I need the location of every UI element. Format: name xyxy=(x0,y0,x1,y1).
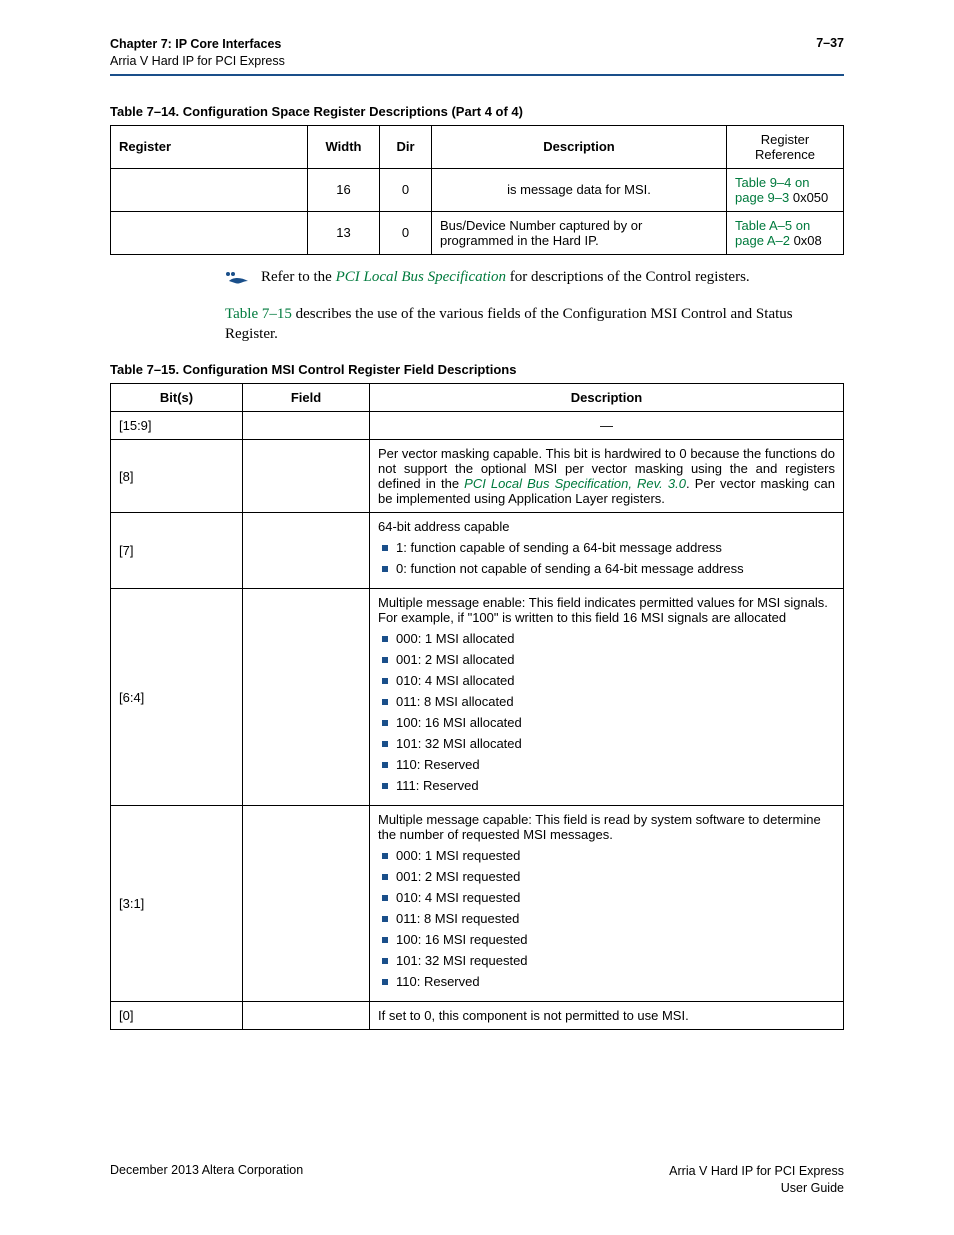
cell-bits: [7] xyxy=(111,513,243,589)
table-7-15: Bit(s) Field Description [15:9] — [8] Pe… xyxy=(110,383,844,1030)
cell-bits: [15:9] xyxy=(111,412,243,440)
list-item: 000: 1 MSI allocated xyxy=(378,631,835,646)
cell-desc: Bus/Device Number captured by or program… xyxy=(432,211,727,254)
table-link[interactable]: Table 7–15 xyxy=(225,306,292,322)
bullet-list: 1: function capable of sending a 64-bit … xyxy=(378,540,835,576)
list-item: 0: function not capable of sending a 64-… xyxy=(378,561,835,576)
page-header: Chapter 7: IP Core Interfaces Arria V Ha… xyxy=(110,36,844,76)
chapter-title: Chapter 7: IP Core Interfaces xyxy=(110,36,285,53)
cell-desc: is message data for MSI. xyxy=(432,168,727,211)
table-row: [7] 64-bit address capable 1: function c… xyxy=(111,513,844,589)
table-7-14-caption: Table 7–14. Configuration Space Register… xyxy=(110,104,844,119)
cell-field xyxy=(243,589,370,806)
cell-bits: [8] xyxy=(111,440,243,513)
cell-desc: 64-bit address capable 1: function capab… xyxy=(370,513,844,589)
cell-field xyxy=(243,440,370,513)
spec-link[interactable]: PCI Local Bus Specification, Rev. 3.0 xyxy=(464,476,686,491)
cell-field xyxy=(243,412,370,440)
table-7-15-caption: Table 7–15. Configuration MSI Control Re… xyxy=(110,362,844,377)
footer-left: December 2013 Altera Corporation xyxy=(110,1163,303,1197)
col-description: Description xyxy=(370,384,844,412)
cell-ref: Table A–5 on page A–2 0x08 xyxy=(727,211,844,254)
list-item: 011: 8 MSI allocated xyxy=(378,694,835,709)
list-item: 110: Reserved xyxy=(378,974,835,989)
cell-width: 13 xyxy=(308,211,380,254)
cell-desc: Multiple message capable: This field is … xyxy=(370,806,844,1002)
cell-field xyxy=(243,806,370,1002)
cell-desc: — xyxy=(370,412,844,440)
list-item: 100: 16 MSI requested xyxy=(378,932,835,947)
reference-note: Refer to the PCI Local Bus Specification… xyxy=(225,269,844,292)
page-number: 7–37 xyxy=(816,36,844,70)
header-subtitle: Arria V Hard IP for PCI Express xyxy=(110,53,285,70)
table-row: [6:4] Multiple message enable: This fiel… xyxy=(111,589,844,806)
table-header-row: Register Width Dir Description Register … xyxy=(111,125,844,168)
list-item: 011: 8 MSI requested xyxy=(378,911,835,926)
page-footer: December 2013 Altera Corporation Arria V… xyxy=(110,1163,844,1197)
table-header-row: Bit(s) Field Description xyxy=(111,384,844,412)
hand-pointer-icon xyxy=(225,271,251,292)
list-item: 111: Reserved xyxy=(378,778,835,793)
cell-field xyxy=(243,513,370,589)
list-item: 110: Reserved xyxy=(378,757,835,772)
list-item: 101: 32 MSI allocated xyxy=(378,736,835,751)
note-text: Refer to the PCI Local Bus Specification… xyxy=(261,269,750,286)
col-dir: Dir xyxy=(380,125,432,168)
table-row: 13 0 Bus/Device Number captured by or pr… xyxy=(111,211,844,254)
col-description: Description xyxy=(432,125,727,168)
list-item: 100: 16 MSI allocated xyxy=(378,715,835,730)
list-item: 000: 1 MSI requested xyxy=(378,848,835,863)
list-item: 1: function capable of sending a 64-bit … xyxy=(378,540,835,555)
header-left: Chapter 7: IP Core Interfaces Arria V Ha… xyxy=(110,36,285,70)
col-field: Field xyxy=(243,384,370,412)
footer-right: Arria V Hard IP for PCI Express User Gui… xyxy=(669,1163,844,1197)
table-7-14: Register Width Dir Description Register … xyxy=(110,125,844,255)
list-item: 101: 32 MSI requested xyxy=(378,953,835,968)
bullet-list: 000: 1 MSI allocated 001: 2 MSI allocate… xyxy=(378,631,835,793)
list-item: 001: 2 MSI allocated xyxy=(378,652,835,667)
bullet-list: 000: 1 MSI requested 001: 2 MSI requeste… xyxy=(378,848,835,989)
list-item: 010: 4 MSI requested xyxy=(378,890,835,905)
table-row: [3:1] Multiple message capable: This fie… xyxy=(111,806,844,1002)
cell-width: 16 xyxy=(308,168,380,211)
cell-desc: If set to 0, this component is not permi… xyxy=(370,1002,844,1030)
table-row: [0] If set to 0, this component is not p… xyxy=(111,1002,844,1030)
list-item: 001: 2 MSI requested xyxy=(378,869,835,884)
cell-field xyxy=(243,1002,370,1030)
cell-dir: 0 xyxy=(380,168,432,211)
col-width: Width xyxy=(308,125,380,168)
table-row: [15:9] — xyxy=(111,412,844,440)
cell-register xyxy=(111,211,308,254)
cell-bits: [3:1] xyxy=(111,806,243,1002)
col-bits: Bit(s) xyxy=(111,384,243,412)
cell-desc: Multiple message enable: This field indi… xyxy=(370,589,844,806)
table-row: [8] Per vector masking capable. This bit… xyxy=(111,440,844,513)
table-row: 16 0 is message data for MSI. Table 9–4 … xyxy=(111,168,844,211)
col-reference: Register Reference xyxy=(727,125,844,168)
cell-bits: [6:4] xyxy=(111,589,243,806)
cell-desc: Per vector masking capable. This bit is … xyxy=(370,440,844,513)
cell-dir: 0 xyxy=(380,211,432,254)
list-item: 010: 4 MSI allocated xyxy=(378,673,835,688)
cell-register xyxy=(111,168,308,211)
cell-bits: [0] xyxy=(111,1002,243,1030)
col-register: Register xyxy=(111,125,308,168)
spec-link[interactable]: PCI Local Bus Specification xyxy=(336,269,506,285)
cell-ref: Table 9–4 on page 9–3 0x050 xyxy=(727,168,844,211)
intro-paragraph: Table 7–15 describes the use of the vari… xyxy=(225,304,844,345)
